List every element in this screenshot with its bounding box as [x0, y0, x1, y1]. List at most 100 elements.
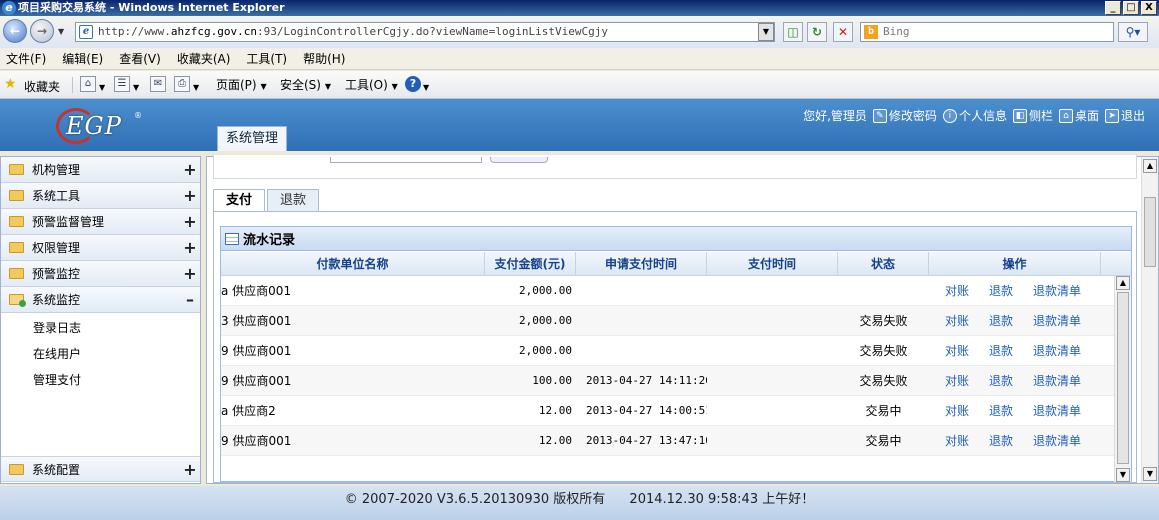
scroll-down-icon[interactable]: ▼ — [1116, 468, 1130, 482]
sidebar-item-system-config[interactable]: 系统配置 + — [1, 456, 200, 482]
change-password-link[interactable]: ✎ 修改密码 — [872, 107, 937, 124]
expand-icon[interactable]: + — [180, 264, 200, 283]
tools-menu-label: 工具(O) — [345, 78, 388, 92]
tools-menu[interactable]: 工具(O) ▼ — [345, 77, 398, 95]
refund-link[interactable]: 退款 — [989, 396, 1013, 426]
refund-link[interactable]: 退款 — [989, 336, 1013, 366]
sidebar-subitem-payment-admin[interactable]: 管理支付 — [33, 371, 81, 388]
cell-payer: a 供应商001 — [221, 284, 292, 298]
home-icon[interactable]: ⌂ — [80, 76, 96, 92]
expand-icon[interactable]: + — [180, 160, 200, 179]
refund-list-link[interactable]: 退款清单 — [1033, 336, 1081, 366]
expand-icon[interactable]: + — [180, 212, 200, 231]
tab-payment[interactable]: 支付 — [213, 189, 266, 212]
refund-list-link[interactable]: 退款清单 — [1033, 306, 1081, 336]
refund-list-link[interactable]: 退款清单 — [1033, 426, 1081, 456]
col-header-ops[interactable]: 操作 — [929, 252, 1101, 276]
menu-view[interactable]: 查看(V) — [119, 50, 169, 67]
stop-icon[interactable]: ✕ — [833, 22, 853, 42]
scroll-up-icon[interactable]: ▲ — [1143, 159, 1157, 173]
sidebar-item-system-monitor[interactable]: 系统监控 – — [1, 287, 200, 313]
back-button[interactable]: ← — [3, 19, 27, 43]
sidebar-subitem-online-users[interactable]: 在线用户 — [33, 345, 81, 362]
profile-link[interactable]: i 个人信息 — [942, 107, 1007, 124]
col-header-payer[interactable]: 付款单位名称 — [221, 252, 485, 276]
sidebar-item-org[interactable]: 机构管理 + — [1, 157, 200, 183]
refund-link[interactable]: 退款 — [989, 426, 1013, 456]
filter-input[interactable] — [330, 157, 482, 163]
refund-link[interactable]: 退款 — [989, 306, 1013, 336]
menu-help[interactable]: 帮助(H) — [303, 50, 353, 67]
reconcile-link[interactable]: 对账 — [945, 396, 969, 426]
address-dropdown-icon[interactable]: ▼ — [758, 23, 774, 41]
desktop-link[interactable]: ⌂ 桌面 — [1058, 107, 1099, 124]
sidebar-item-label: 系统配置 — [32, 462, 81, 477]
cell-apply-time — [576, 336, 707, 366]
scroll-down-icon[interactable]: ▼ — [1143, 467, 1157, 481]
tab-system-management[interactable]: 系统管理 — [217, 126, 287, 151]
grid-scrollbar[interactable]: ▲ ▼ — [1114, 276, 1131, 482]
col-header-amount[interactable]: 支付金额(元) — [485, 252, 576, 276]
search-icon[interactable]: ⚲▾ — [1118, 22, 1148, 42]
menu-edit[interactable]: 编辑(E) — [62, 50, 111, 67]
reconcile-link[interactable]: 对账 — [945, 336, 969, 366]
home-dropdown-icon[interactable]: ▼ — [99, 80, 105, 96]
feeds-icon[interactable]: ☰ — [114, 76, 130, 92]
scroll-up-icon[interactable]: ▲ — [1116, 276, 1130, 290]
mail-icon[interactable]: ✉ — [150, 76, 166, 92]
sidebar-item-alert-supervision[interactable]: 预警监督管理 + — [1, 209, 200, 235]
reconcile-link[interactable]: 对账 — [945, 306, 969, 336]
refund-list-link[interactable]: 退款清单 — [1033, 276, 1081, 306]
sidebar-item-permissions[interactable]: 权限管理 + — [1, 235, 200, 261]
folder-icon — [9, 268, 24, 279]
refresh-icon[interactable]: ↻ — [807, 22, 827, 42]
collapse-icon[interactable]: – — [180, 290, 200, 309]
sidebar-toggle-link[interactable]: ◧ 侧栏 — [1012, 107, 1053, 124]
cell-status — [838, 276, 929, 306]
help-icon[interactable]: ? — [405, 76, 421, 92]
tab-refund[interactable]: 退款 — [267, 189, 320, 211]
sidebar-item-alert-monitor[interactable]: 预警监控 + — [1, 261, 200, 287]
scroll-thumb[interactable] — [1144, 197, 1156, 267]
minimize-button[interactable]: _ — [1105, 1, 1121, 15]
refund-list-link[interactable]: 退款清单 — [1033, 396, 1081, 426]
reconcile-link[interactable]: 对账 — [945, 426, 969, 456]
cell-payer: 9 供应商001 — [221, 374, 292, 388]
sidebar-item-tools[interactable]: 系统工具 + — [1, 183, 200, 209]
col-header-pay-time[interactable]: 支付时间 — [707, 252, 838, 276]
reconcile-link[interactable]: 对账 — [945, 276, 969, 306]
expand-icon[interactable]: + — [180, 186, 200, 205]
filter-button[interactable] — [490, 157, 548, 163]
scroll-thumb[interactable] — [1117, 292, 1129, 464]
print-icon[interactable]: ⎙ — [174, 76, 190, 92]
compatibility-view-icon[interactable]: ◫ — [783, 22, 803, 42]
main-scrollbar[interactable]: ▲ ▼ — [1141, 157, 1158, 483]
forward-button[interactable]: → — [30, 19, 54, 43]
col-header-apply-time[interactable]: 申请支付时间 — [576, 252, 707, 276]
page-menu[interactable]: 页面(P) ▼ — [216, 77, 267, 95]
logout-link[interactable]: ➤ 退出 — [1104, 107, 1145, 124]
menu-tools[interactable]: 工具(T) — [246, 50, 295, 67]
logo-registered-mark: ® — [134, 111, 142, 120]
menu-favorites[interactable]: 收藏夹(A) — [177, 50, 239, 67]
reconcile-link[interactable]: 对账 — [945, 366, 969, 396]
menu-file[interactable]: 文件(F) — [6, 50, 54, 67]
history-dropdown-icon[interactable]: ▼ — [58, 27, 64, 36]
close-button[interactable]: X — [1141, 1, 1157, 15]
sidebar-subitem-login-log[interactable]: 登录日志 — [33, 319, 81, 336]
refund-list-link[interactable]: 退款清单 — [1033, 366, 1081, 396]
maximize-button[interactable]: □ — [1123, 1, 1139, 15]
favorites-star-icon[interactable]: ★ — [4, 77, 17, 91]
help-dropdown-icon[interactable]: ▼ — [423, 80, 429, 96]
feeds-dropdown-icon[interactable]: ▼ — [133, 80, 139, 96]
search-input[interactable]: b Bing — [860, 22, 1114, 42]
safety-menu[interactable]: 安全(S) ▼ — [280, 77, 331, 95]
expand-icon[interactable]: + — [180, 460, 200, 479]
refund-link[interactable]: 退款 — [989, 366, 1013, 396]
expand-icon[interactable]: + — [180, 238, 200, 257]
favorites-button[interactable]: 收藏夹 — [24, 78, 60, 95]
refund-link[interactable]: 退款 — [989, 276, 1013, 306]
address-input[interactable]: e http://www.ahzfcg.gov.cn:93/LoginContr… — [75, 22, 775, 42]
print-dropdown-icon[interactable]: ▼ — [193, 80, 199, 96]
col-header-status[interactable]: 状态 — [838, 252, 929, 276]
